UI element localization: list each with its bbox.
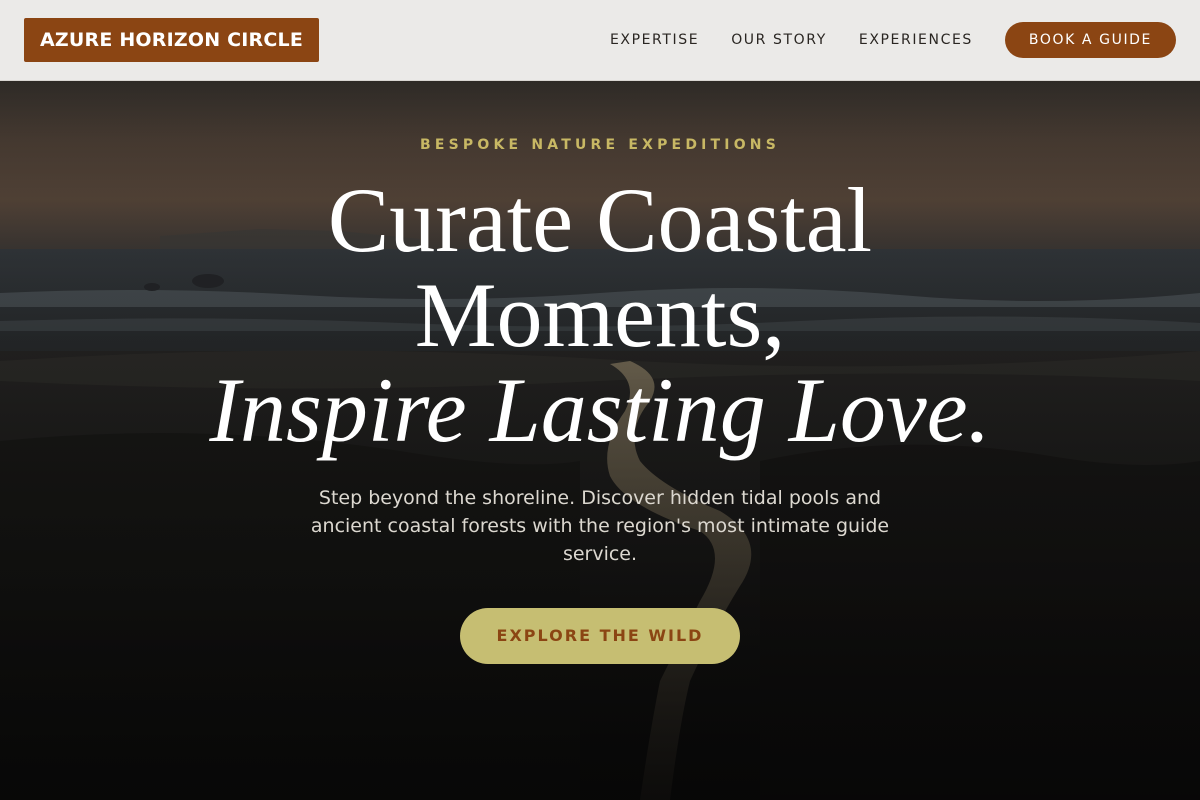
headline-line-2: Moments, [414, 264, 786, 366]
explore-wild-button[interactable]: EXPLORE THE WILD [460, 608, 740, 664]
hero-section: BESPOKE NATURE EXPEDITIONS Curate Coasta… [0, 81, 1200, 800]
hero-headline: Curate Coastal Moments, Inspire Lasting … [100, 173, 1100, 458]
book-guide-button[interactable]: BOOK A GUIDE [1004, 22, 1176, 58]
nav-link-our-story[interactable]: OUR STORY [731, 32, 827, 48]
hero-subtitle: Step beyond the shoreline. Discover hidd… [310, 487, 890, 565]
hero-eyebrow: BESPOKE NATURE EXPEDITIONS [419, 137, 781, 153]
nav-link-expertise[interactable]: EXPERTISE [610, 32, 699, 48]
site-header: AZURE HORIZON CIRCLE EXPERTISE OUR STORY… [0, 0, 1200, 81]
main-nav: EXPERTISE OUR STORY EXPERIENCES BOOK A G… [610, 22, 1176, 58]
headline-line-3: Inspire Lasting Love. [209, 359, 991, 461]
hero-content: BESPOKE NATURE EXPEDITIONS Curate Coasta… [0, 81, 1200, 800]
site-logo[interactable]: AZURE HORIZON CIRCLE [24, 18, 320, 62]
headline-line-1: Curate Coastal [327, 169, 873, 271]
nav-link-experiences[interactable]: EXPERIENCES [859, 32, 973, 48]
